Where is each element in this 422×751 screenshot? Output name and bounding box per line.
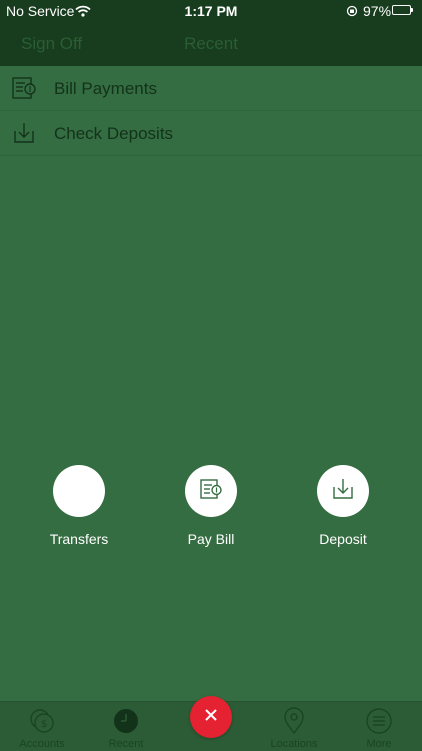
battery-percentage: 97% [363,3,392,19]
bill-payment-icon [11,75,37,101]
deposit-label: Deposit [319,531,367,547]
tab-recent[interactable]: Recent [84,702,168,751]
pay-bill-icon [198,476,224,507]
navigation-bar: Sign Off Recent [0,22,422,66]
recent-clock-icon [112,707,140,735]
pay-bill-button[interactable] [185,465,237,517]
battery-icon [392,5,413,15]
status-bar: No Service 1:17 PM 97% [0,0,422,22]
quick-actions: Transfers Pay Bill Deposit [0,465,422,555]
pay-bill-label: Pay Bill [187,531,235,547]
location-pin-icon [280,707,308,735]
tab-label: More [366,738,392,750]
page-title: Recent [184,34,238,53]
transfers-button[interactable] [53,465,105,517]
pay-bill-action[interactable]: Pay Bill [156,465,266,547]
list-item-bill-payments[interactable]: Bill Payments [0,66,422,111]
close-icon [204,708,218,727]
check-deposit-icon [11,120,37,146]
tab-accounts[interactable]: $ Accounts [0,702,84,751]
transfers-label: Transfers [49,531,109,547]
status-time: 1:17 PM [184,3,238,19]
deposit-action[interactable]: Deposit [288,465,398,547]
deposit-button[interactable] [317,465,369,517]
close-menu-button[interactable] [190,696,232,738]
list-item-label: Bill Payments [54,79,157,98]
tab-label: Accounts [19,738,65,750]
list-item-check-deposits[interactable]: Check Deposits [0,111,422,156]
tab-locations[interactable]: Locations [252,702,336,751]
recent-list: Bill Payments Check Deposits [0,66,422,156]
orientation-lock-icon [346,4,358,20]
tab-more[interactable]: More [337,702,421,751]
accounts-icon: $ [28,707,56,735]
battery-nub [411,8,413,12]
deposit-icon [330,476,356,507]
transfers-action[interactable]: Transfers [24,465,134,547]
tab-label: Locations [270,738,318,750]
menu-icon [365,707,393,735]
svg-text:$: $ [41,719,47,730]
tab-label: Recent [108,738,144,750]
list-item-label: Check Deposits [54,124,174,143]
